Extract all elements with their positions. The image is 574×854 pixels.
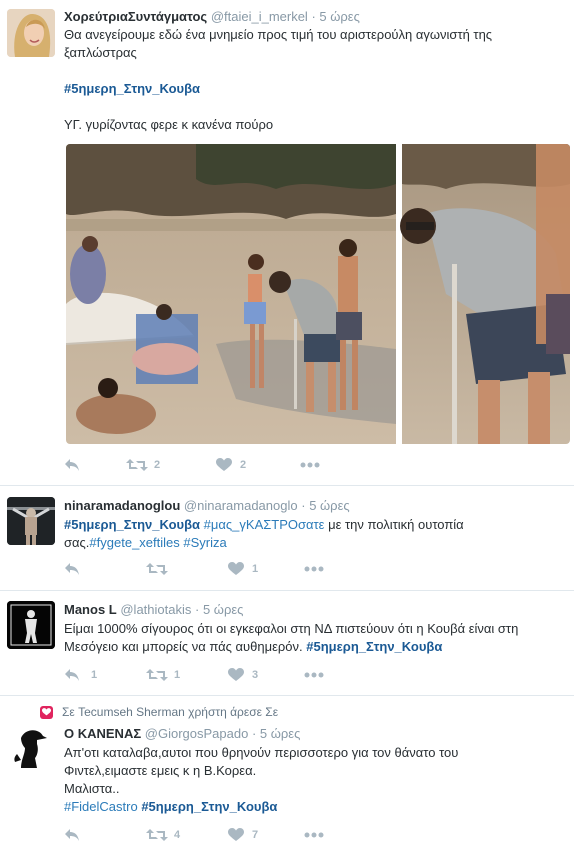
more-button[interactable] xyxy=(300,462,320,468)
tweet-text-fragment: με την πολιτική ουτοπία xyxy=(324,517,464,532)
author-name[interactable]: ninaramadanoglou xyxy=(64,498,180,513)
heart-icon xyxy=(228,562,244,575)
avatar-image xyxy=(7,724,55,772)
more-icon xyxy=(304,832,324,838)
like-button[interactable]: 1 xyxy=(228,562,304,576)
tweet-text: Είμαι 1000% σίγουρος ότι οι εγκεφαλοι στ… xyxy=(64,620,564,656)
heart-icon xyxy=(216,458,232,471)
tweet-header: Ο ΚΑΝΕΝΑΣ @GiorgosPapado · 5 ώρες xyxy=(64,726,301,741)
tweet-actions: 1 1 3 xyxy=(64,666,324,684)
more-button[interactable] xyxy=(304,832,324,838)
more-button[interactable] xyxy=(304,566,324,572)
tweet-header: ninaramadanoglou @ninaramadanoglo · 5 ώρ… xyxy=(64,498,350,513)
like-count: 2 xyxy=(240,459,247,471)
retweet-icon xyxy=(146,563,168,575)
like-notification-icon xyxy=(40,705,53,719)
hashtag-link[interactable]: #5ημερη_Στην_Κουβα xyxy=(306,639,442,654)
avatar[interactable] xyxy=(7,497,55,545)
more-icon xyxy=(300,462,320,468)
tweet-actions: 1 xyxy=(64,560,324,578)
like-button[interactable]: 7 xyxy=(228,828,304,842)
heart-icon xyxy=(228,828,244,841)
reply-button[interactable] xyxy=(64,562,146,576)
retweet-button[interactable]: 1 xyxy=(146,668,228,682)
more-button[interactable] xyxy=(304,672,324,678)
author-name[interactable]: ΧορεύτριαΣυντάγματος xyxy=(64,9,207,24)
avatar[interactable] xyxy=(7,601,55,649)
tweet-text: Θα ανεγείρουμε εδώ ένα μνημείο προς τιμή… xyxy=(64,26,564,134)
like-count: 3 xyxy=(252,669,259,681)
tweet-header: Manos L @lathiotakis · 5 ώρες xyxy=(64,602,244,617)
tweet-text-line: Φιντελ,ειμαστε εμεις κ η Β.Κορεα. xyxy=(64,763,257,778)
tweet-time[interactable]: 5 ώρες xyxy=(260,726,300,741)
hashtag-link[interactable]: #FidelCastro xyxy=(64,799,138,814)
reply-icon xyxy=(65,563,79,575)
like-button[interactable]: 2 xyxy=(216,458,300,472)
tweet-text-line: Θα ανεγείρουμε εδώ ένα μνημείο προς τιμή… xyxy=(64,27,493,60)
tweet-text: #5ημερη_Στην_Κουβα #μας_γΚΑΣΤΡΟσατε με τ… xyxy=(64,516,564,552)
retweet-button[interactable] xyxy=(146,562,228,576)
retweet-count: 2 xyxy=(154,459,161,471)
avatar[interactable] xyxy=(7,724,55,772)
reply-icon xyxy=(65,459,79,471)
reply-count: 1 xyxy=(91,669,98,681)
author-name[interactable]: Ο ΚΑΝΕΝΑΣ xyxy=(64,726,141,741)
more-icon xyxy=(304,672,324,678)
tweet-text-line: ΥΓ. γυρίζοντας φερε κ κανένα πούρο xyxy=(64,117,274,132)
reply-button[interactable] xyxy=(64,458,126,472)
like-count: 1 xyxy=(252,563,259,575)
tweet[interactable]: ΧορεύτριαΣυντάγματος @ftaiei_i_merkel · … xyxy=(0,0,574,486)
reply-icon xyxy=(65,829,79,841)
activity-context-text[interactable]: Σε Tecumseh Sherman χρήστη άρεσε Σε xyxy=(62,705,278,719)
tweet-photo[interactable] xyxy=(66,144,570,444)
tweet-text-line: Απ'οτι καταλαβα,αυτοι που θρηνούν περισσ… xyxy=(64,745,459,760)
avatar-image xyxy=(7,9,55,57)
tweet-actions: 4 7 xyxy=(64,826,324,844)
reply-icon xyxy=(65,669,79,681)
tweet-text-fragment: σας. xyxy=(64,535,90,550)
hashtag-link[interactable]: #μας_γΚΑΣΤΡΟσατε xyxy=(204,517,325,532)
tweet[interactable]: Manos L @lathiotakis · 5 ώρες Είμαι 1000… xyxy=(0,591,574,696)
retweet-count: 4 xyxy=(174,829,181,841)
hashtag-link[interactable]: #5ημερη_Στην_Κουβα xyxy=(64,81,200,96)
author-handle[interactable]: @ninaramadanoglo xyxy=(184,498,298,513)
tweet-actions: 2 2 xyxy=(64,456,320,474)
hashtag-link[interactable]: #Syriza xyxy=(183,535,226,550)
tweet[interactable]: Σε Tecumseh Sherman χρήστη άρεσε Σε Ο ΚΑ… xyxy=(0,696,574,854)
more-icon xyxy=(304,566,324,572)
tweet-text: Απ'οτι καταλαβα,αυτοι που θρηνούν περισσ… xyxy=(64,744,564,816)
author-handle[interactable]: @ftaiei_i_merkel xyxy=(211,9,308,24)
reply-button[interactable] xyxy=(64,828,146,842)
retweet-button[interactable]: 4 xyxy=(146,828,228,842)
like-count: 7 xyxy=(252,829,259,841)
hashtag-link[interactable]: #fygete_xeftiles xyxy=(89,535,179,550)
activity-context: Σε Tecumseh Sherman χρήστη άρεσε Σε xyxy=(40,705,278,719)
hashtag-link[interactable]: #5ημερη_Στην_Κουβα xyxy=(141,799,277,814)
hashtag-link[interactable]: #5ημερη_Στην_Κουβα xyxy=(64,517,200,532)
retweet-icon xyxy=(146,829,168,841)
avatar-image xyxy=(7,497,55,545)
avatar-image xyxy=(7,601,55,649)
tweet-time[interactable]: 5 ώρες xyxy=(309,498,349,513)
retweet-button[interactable]: 2 xyxy=(126,458,216,472)
retweet-icon xyxy=(126,459,148,471)
tweet-header: ΧορεύτριαΣυντάγματος @ftaiei_i_merkel · … xyxy=(64,9,360,24)
retweet-icon xyxy=(146,669,168,681)
avatar[interactable] xyxy=(7,9,55,57)
author-name[interactable]: Manos L xyxy=(64,602,117,617)
heart-icon xyxy=(228,668,244,681)
beach-photo-image xyxy=(66,144,570,444)
reply-button[interactable]: 1 xyxy=(64,668,146,682)
tweet-text-line: Μαλιστα.. xyxy=(64,781,120,796)
author-handle[interactable]: @lathiotakis xyxy=(120,602,191,617)
tweet-time[interactable]: 5 ώρες xyxy=(203,602,243,617)
retweet-count: 1 xyxy=(174,669,181,681)
tweet-text-fragment: Είμαι 1000% σίγουρος ότι οι εγκεφαλοι στ… xyxy=(64,621,519,654)
tweet-time[interactable]: 5 ώρες xyxy=(319,9,359,24)
like-button[interactable]: 3 xyxy=(228,668,304,682)
author-handle[interactable]: @GiorgosPapado xyxy=(145,726,249,741)
tweet[interactable]: ninaramadanoglou @ninaramadanoglo · 5 ώρ… xyxy=(0,486,574,591)
